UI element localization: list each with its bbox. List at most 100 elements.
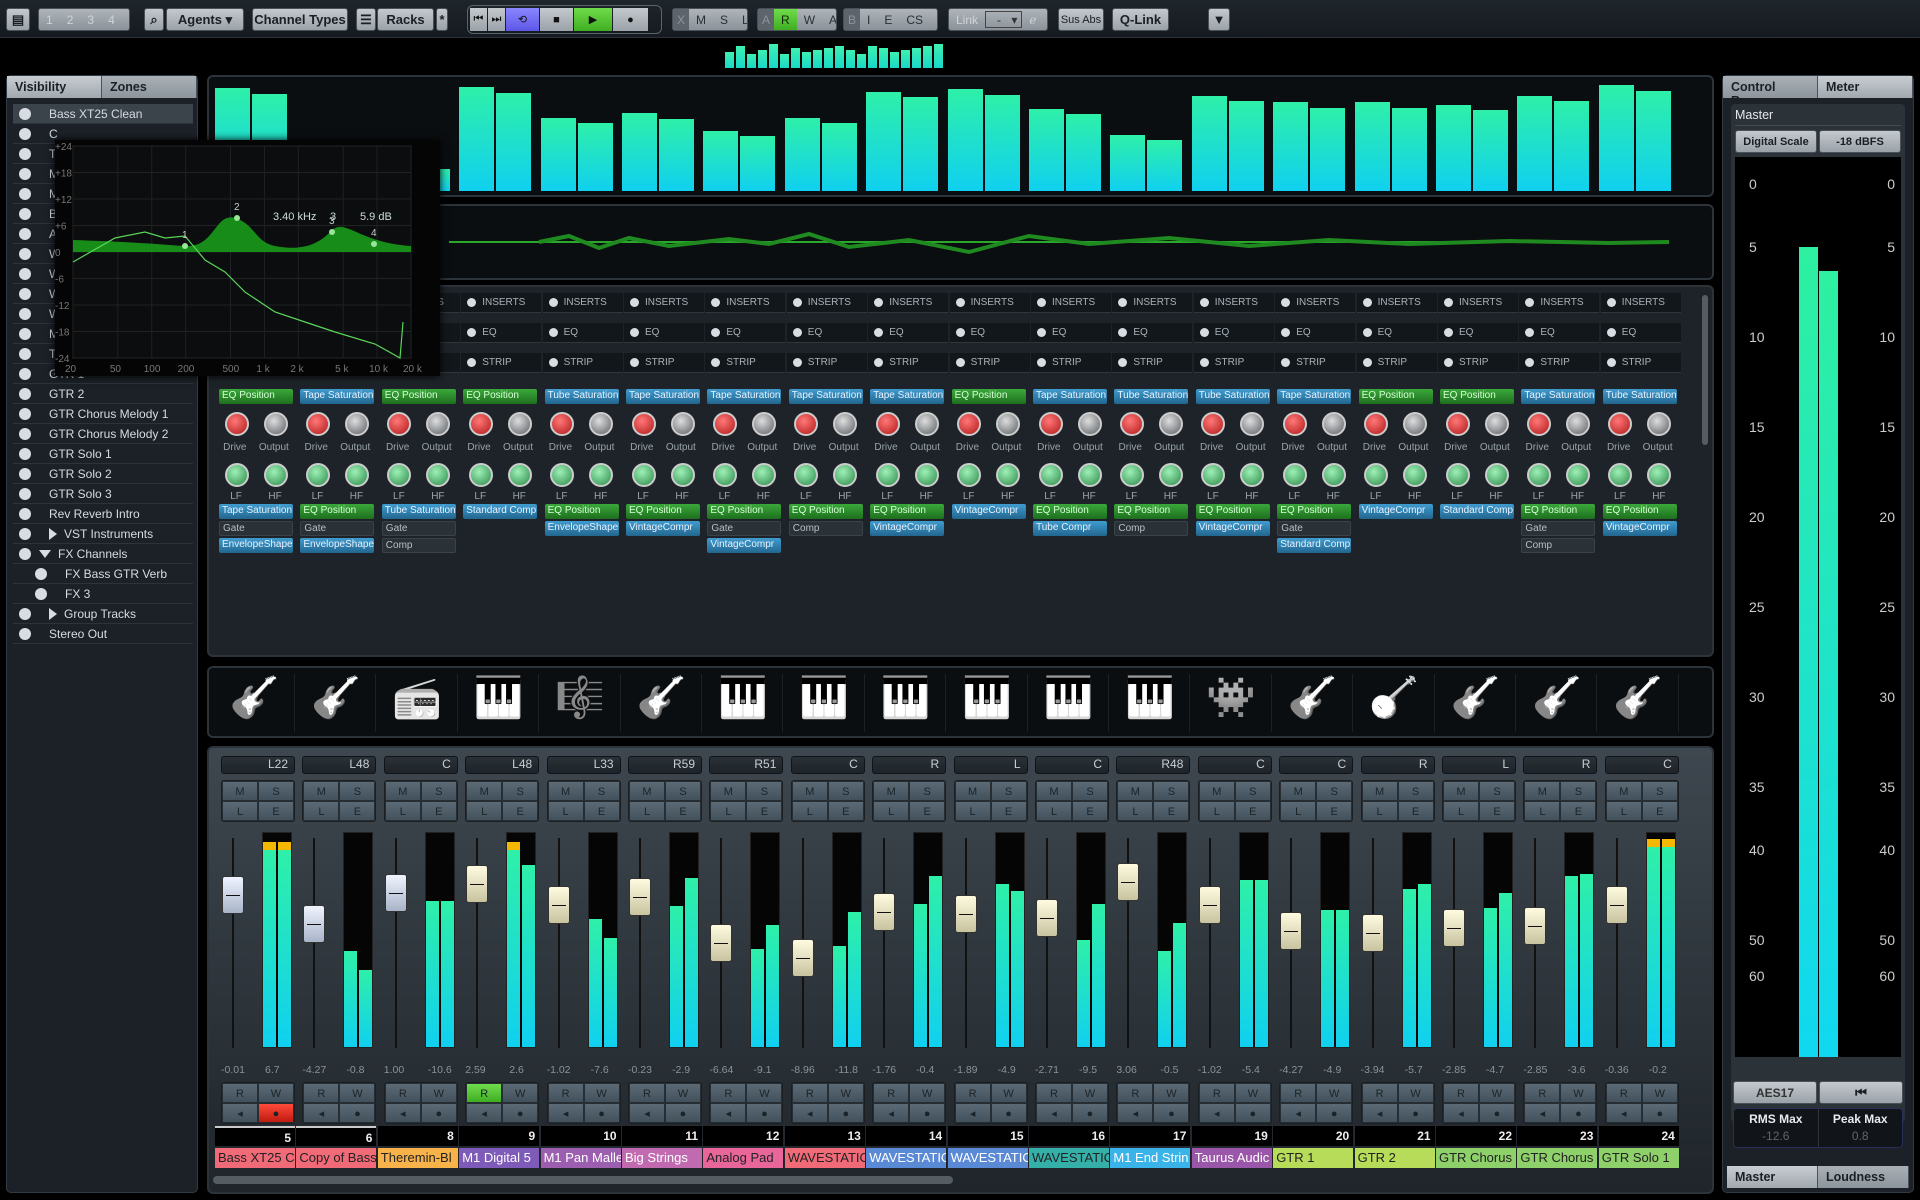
rack-inserts-header[interactable]: INSERTS: [1112, 293, 1193, 313]
m-button[interactable]: M: [384, 781, 421, 801]
visibility-toggle[interactable]: [35, 587, 47, 600]
rack-strip-header[interactable]: STRIP: [705, 353, 786, 373]
strip-module[interactable]: Gate: [300, 521, 375, 536]
pan-control[interactable]: C: [1604, 756, 1679, 774]
tab-zones[interactable]: Zones: [102, 76, 197, 98]
volume-value[interactable]: -1.02: [1198, 1064, 1222, 1076]
strip-module[interactable]: EQ Position: [1195, 504, 1270, 519]
s-button[interactable]: S: [1560, 781, 1597, 801]
l-button[interactable]: L: [1036, 801, 1072, 821]
layout-toggle-button[interactable]: ▤: [6, 8, 30, 31]
rack-eq-header[interactable]: EQ: [1519, 323, 1600, 343]
write-automation-button[interactable]: W: [1316, 1083, 1353, 1103]
strip-module[interactable]: VintageCompr: [951, 504, 1026, 519]
strip-module[interactable]: Tape Saturation: [1521, 389, 1596, 404]
eq-band-handle[interactable]: [234, 215, 240, 221]
read-automation-button[interactable]: R: [222, 1083, 258, 1103]
output-knob[interactable]: [833, 412, 858, 436]
volume-fader[interactable]: [222, 875, 244, 914]
strip-module[interactable]: VintageCompr: [1358, 504, 1433, 519]
channel-name[interactable]: Big Strings: [622, 1148, 703, 1168]
drive-knob[interactable]: [957, 412, 982, 436]
visibility-toggle[interactable]: [19, 187, 31, 200]
strip-module[interactable]: Tape Saturation: [1277, 389, 1352, 404]
record-enable-button[interactable]: ●: [827, 1103, 864, 1123]
automation-rwa-group[interactable]: ARWA: [757, 8, 837, 31]
channel-name[interactable]: GTR Chorus: [1517, 1148, 1599, 1168]
group_a-a-button[interactable]: A: [822, 9, 836, 30]
drive-knob[interactable]: [794, 412, 819, 436]
drive-knob[interactable]: [387, 412, 412, 436]
lf-knob[interactable]: [387, 463, 412, 487]
rack-power-toggle[interactable]: [548, 358, 558, 367]
lf-knob[interactable]: [1526, 463, 1551, 487]
pan-control[interactable]: R48: [1116, 756, 1191, 774]
tab-loudness[interactable]: Loudness: [1818, 1166, 1909, 1188]
keyboard-icon[interactable]: 🎹: [1110, 674, 1191, 732]
eq-graph[interactable]: +24+18+12+60-6-12-18-2420 50 100 200 500 1 k2…: [55, 140, 440, 376]
strip-module[interactable]: Gate: [219, 521, 293, 536]
space-invader-icon[interactable]: 👾: [1192, 674, 1272, 732]
rack-strip-header[interactable]: STRIP: [1356, 353, 1437, 373]
visibility-toggle[interactable]: [19, 347, 31, 360]
channel-name[interactable]: M1 End Strin: [1110, 1148, 1192, 1168]
drive-knob[interactable]: [1445, 412, 1470, 436]
read-automation-button[interactable]: R: [547, 1083, 584, 1103]
l-button[interactable]: L: [547, 801, 584, 821]
rack-power-toggle[interactable]: [1606, 298, 1616, 307]
rack-power-toggle[interactable]: [630, 298, 639, 307]
mixer-horizontal-scrollbar[interactable]: [213, 1176, 953, 1184]
prev-marker-button[interactable]: ⏮: [470, 8, 487, 31]
l-button[interactable]: L: [791, 801, 828, 821]
drive-knob[interactable]: [1526, 412, 1551, 436]
volume-fader[interactable]: [547, 886, 570, 925]
aes17-button[interactable]: AES17: [1733, 1081, 1817, 1104]
pan-control[interactable]: R51: [709, 756, 784, 774]
sus-abs-button[interactable]: Sus Abs: [1058, 8, 1104, 31]
group_b-i-button[interactable]: I: [860, 9, 877, 30]
volume-value[interactable]: -2.71: [1035, 1064, 1059, 1076]
m-button[interactable]: M: [629, 781, 665, 801]
output-knob[interactable]: [426, 412, 451, 436]
monitor-button[interactable]: ◂: [791, 1103, 828, 1123]
monitor-button[interactable]: ◂: [1280, 1103, 1317, 1123]
strip-module[interactable]: Comp: [1114, 521, 1189, 536]
rack-power-toggle[interactable]: [1199, 298, 1209, 307]
reset-meter-button[interactable]: ⏮: [1819, 1081, 1903, 1104]
volume-fader[interactable]: [1117, 863, 1140, 902]
strip-module[interactable]: EQ Position: [463, 389, 538, 404]
drive-knob[interactable]: [1608, 412, 1633, 436]
e-button[interactable]: E: [1234, 801, 1271, 821]
m-button[interactable]: M: [1361, 781, 1398, 801]
e-button[interactable]: E: [1072, 801, 1108, 821]
bass-guitar-icon[interactable]: 🎸: [215, 674, 295, 732]
output-knob[interactable]: [670, 412, 695, 436]
volume-fader[interactable]: [873, 892, 896, 931]
monitor-button[interactable]: ◂: [873, 1103, 910, 1123]
strip-module[interactable]: EnvelopeShaper: [219, 538, 293, 553]
cycle-button[interactable]: ⟲: [506, 8, 539, 31]
rack-power-toggle[interactable]: [1525, 358, 1535, 367]
xylophone-icon[interactable]: 🎼: [541, 674, 621, 732]
rack-power-toggle[interactable]: [1037, 358, 1046, 367]
s-button[interactable]: S: [339, 781, 376, 801]
rack-eq-header[interactable]: EQ: [1600, 323, 1681, 343]
folder-expanded-icon[interactable]: [39, 549, 51, 558]
rack-power-toggle[interactable]: [1118, 328, 1128, 337]
hf-knob[interactable]: [426, 463, 451, 487]
e-button[interactable]: E: [1153, 801, 1190, 821]
m-button[interactable]: M: [547, 781, 584, 801]
strip-module[interactable]: Standard Comp: [1440, 504, 1514, 519]
record-enable-button[interactable]: ●: [1479, 1103, 1515, 1123]
s-button[interactable]: S: [258, 781, 294, 801]
group_x-m-button[interactable]: M: [689, 9, 713, 30]
record-enable-button[interactable]: ●: [990, 1103, 1027, 1123]
rack-power-toggle[interactable]: [874, 358, 884, 367]
rack-strip-header[interactable]: STRIP: [542, 353, 623, 373]
strip-module[interactable]: Tape Saturation: [788, 389, 863, 404]
tab-control-room[interactable]: Control Room: [1723, 76, 1818, 108]
lf-knob[interactable]: [1282, 463, 1307, 487]
keyboard-icon[interactable]: 🎹: [1029, 674, 1109, 732]
channel-name[interactable]: Taurus Audic: [1191, 1148, 1273, 1168]
hf-knob[interactable]: [670, 463, 695, 487]
